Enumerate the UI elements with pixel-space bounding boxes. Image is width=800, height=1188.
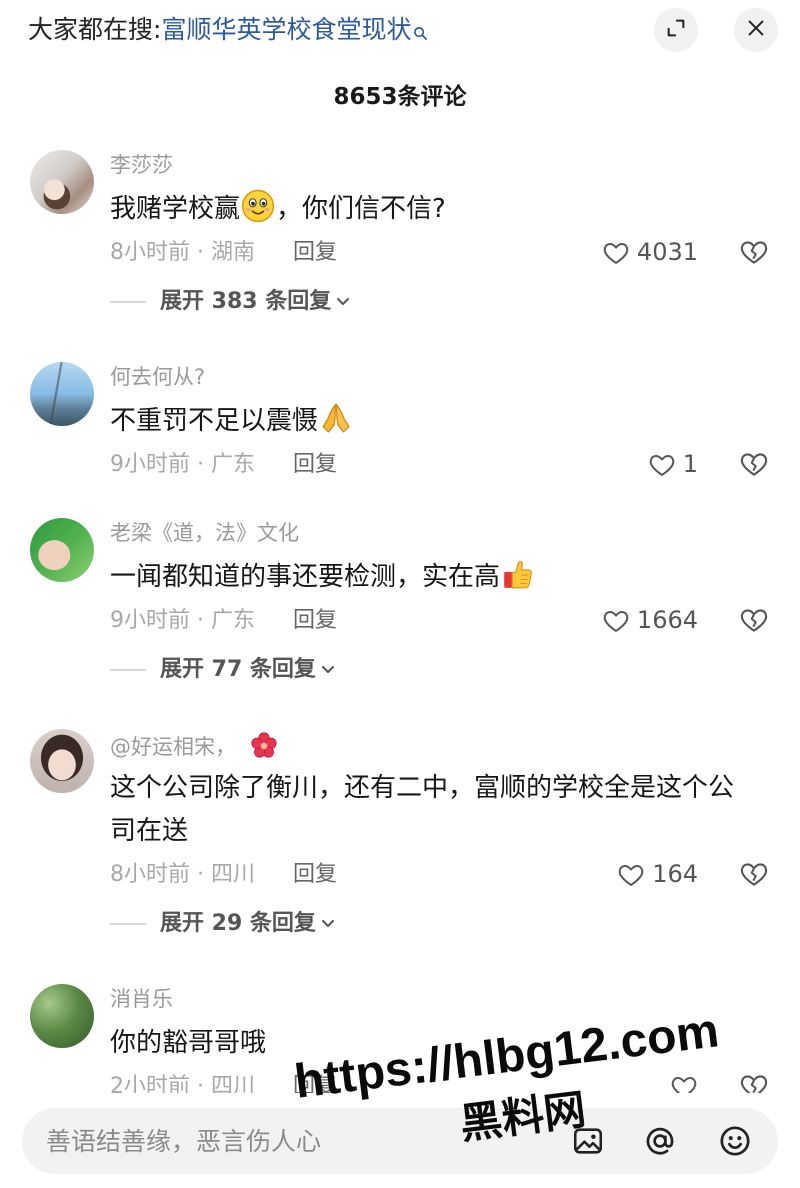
broken-heart-icon[interactable] <box>739 605 769 635</box>
hibiscus-emoji <box>250 731 278 759</box>
comment-author-name[interactable]: 李莎莎 <box>110 152 800 178</box>
trending-search-query[interactable]: 富顺华英学校食堂现状 <box>161 15 411 44</box>
chevron-down-icon <box>320 912 336 928</box>
comment-time-location: 9小时前 · 广东 <box>110 608 255 633</box>
expand-replies-button[interactable]: 展开 29 条回复 <box>110 910 800 938</box>
broken-heart-icon[interactable] <box>739 859 769 889</box>
comment-time-location: 8小时前 · 湖南 <box>110 240 255 265</box>
comment-text: 我赌学校赢 ，你们信不信? <box>110 188 750 231</box>
comment-text: 一闻都知道的事还要检测，实在高 <box>110 556 750 599</box>
comment-item: 何去何从? 不重罚不足以震慑 9小时前 · 广东 回复 1 <box>0 362 800 486</box>
expand-replies-button[interactable]: 展开 383 条回复 <box>110 288 800 316</box>
reply-button[interactable]: 回复 <box>293 853 337 896</box>
comment-meta: 9小时前 · 广东 回复 1664 <box>110 599 800 642</box>
expand-divider <box>110 301 146 303</box>
expand-divider <box>110 923 146 925</box>
comment-author-name[interactable]: 何去何从? <box>110 364 800 390</box>
like-count: 164 <box>652 860 698 888</box>
reply-button[interactable]: 回复 <box>293 443 337 486</box>
like-count: 1 <box>682 450 698 478</box>
close-icon <box>745 17 767 43</box>
comment-count-title: 8653条评论 <box>333 84 467 110</box>
smiling-face-emoji <box>241 189 275 223</box>
heart-icon <box>648 451 676 479</box>
comment-item: 李莎莎 我赌学校赢 ，你们信不信? 8小时前 · 湖南 回复 4031 展开 38… <box>0 150 800 316</box>
chevron-down-icon <box>320 658 336 674</box>
folded-hands-emoji <box>319 401 353 435</box>
user-avatar[interactable] <box>30 362 94 426</box>
comment-text: 这个公司除了衡川，还有二中，富顺的学校全是这个公司在送 <box>110 773 735 846</box>
comment-author-name[interactable]: 老梁《道，法》文化 <box>110 520 800 546</box>
thumbs-up-emoji <box>501 557 535 591</box>
expand-icon <box>665 17 687 43</box>
expand-panel-button[interactable] <box>654 8 698 52</box>
expand-divider <box>110 669 146 671</box>
user-avatar[interactable] <box>30 518 94 582</box>
comment-meta: 9小时前 · 广东 回复 1 <box>110 443 800 486</box>
comment-input-bar <box>0 1093 800 1188</box>
heart-icon <box>602 607 630 635</box>
comment-author-name-text: @好运相宋， <box>110 735 236 759</box>
comment-text-part: 不重罚不足以震慑 <box>110 406 319 436</box>
comment-time-location: 9小时前 · 广东 <box>110 452 255 477</box>
comment-time-location: 8小时前 · 四川 <box>110 862 255 887</box>
user-avatar[interactable] <box>30 984 94 1048</box>
like-count: 4031 <box>636 238 698 266</box>
broken-heart-icon[interactable] <box>739 237 769 267</box>
user-avatar[interactable] <box>30 150 94 214</box>
like-button[interactable]: 1 <box>648 443 698 486</box>
comment-author-name[interactable]: @好运相宋， <box>110 731 800 759</box>
broken-heart-icon[interactable] <box>739 449 769 479</box>
close-panel-button[interactable] <box>734 8 778 52</box>
like-count: 1664 <box>636 606 698 634</box>
comment-item: 老梁《道，法》文化 一闻都知道的事还要检测，实在高 9小时前 · 广东 回复 1… <box>0 518 800 684</box>
expand-replies-button[interactable]: 展开 77 条回复 <box>110 656 800 684</box>
comment-text: 不重罚不足以震慑 <box>110 400 750 443</box>
search-icon[interactable] <box>413 15 428 40</box>
comment-text-part: ，你们信不信? <box>276 194 446 224</box>
at-icon[interactable] <box>643 1124 677 1158</box>
comment-meta: 8小时前 · 湖南 回复 4031 <box>110 231 800 274</box>
comment-item: @好运相宋， 这个公司除了衡川，还有二中，富顺的学校全是这个公司在送 8小时前 … <box>0 729 800 938</box>
chevron-down-icon <box>335 290 351 306</box>
smiley-icon[interactable] <box>718 1124 752 1158</box>
user-avatar[interactable] <box>30 729 94 793</box>
heart-icon <box>617 861 645 889</box>
comment-meta: 8小时前 · 四川 回复 164 <box>110 853 800 896</box>
comment-text-part: 我赌学校赢 <box>110 194 241 224</box>
reply-button[interactable]: 回复 <box>293 231 337 274</box>
comment-text-part: 一闻都知道的事还要检测，实在高 <box>110 562 501 592</box>
like-button[interactable]: 164 <box>617 853 698 896</box>
comment-input-container[interactable] <box>22 1108 778 1174</box>
trending-search-prefix: 大家都在搜: <box>28 15 162 44</box>
like-button[interactable]: 1664 <box>602 599 698 642</box>
heart-icon <box>602 239 630 267</box>
comment-panel-header: 大家都在搜:富顺华英学校食堂现状 <box>0 0 800 62</box>
trending-search-suggestion[interactable]: 大家都在搜:富顺华英学校食堂现状 <box>28 12 428 48</box>
like-button[interactable]: 4031 <box>602 231 698 274</box>
reply-button[interactable]: 回复 <box>293 599 337 642</box>
